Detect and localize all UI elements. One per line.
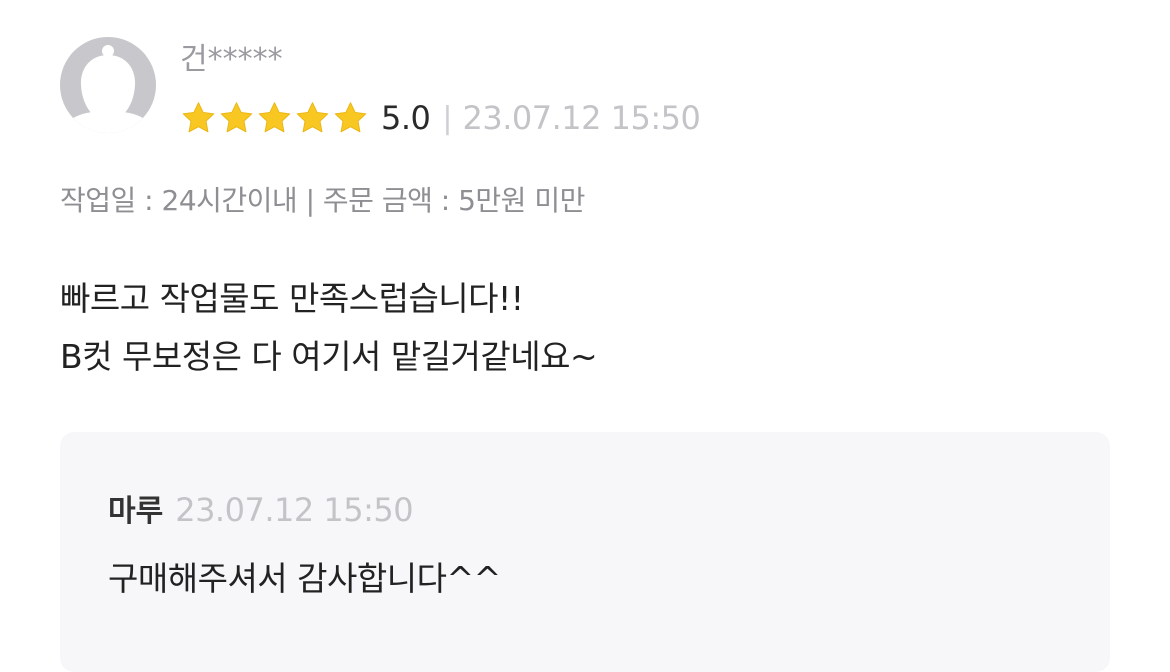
review-text: 빠르고 작업물도 만족스럽습니다!! B컷 무보정은 다 여기서 맡길거같네요~ <box>60 270 598 386</box>
star-icon <box>182 102 215 133</box>
order-meta: 작업일 : 24시간이내 | 주문 금액 : 5만원 미만 <box>60 184 585 217</box>
rating-score: 5.0 <box>381 99 431 137</box>
reply-header: 마루 23.07.12 15:50 <box>108 486 414 530</box>
review-text-line: 빠르고 작업물도 만족스럽습니다!! <box>60 279 524 318</box>
review-item: 건***** 5.0 | 23.07.12 15:50 작업일 : 24시간이내… <box>0 0 1170 672</box>
avatar <box>60 37 156 133</box>
star-icon <box>220 102 253 133</box>
review-date: 23.07.12 15:50 <box>462 99 701 137</box>
reply-date: 23.07.12 15:50 <box>175 491 414 529</box>
star-icon <box>334 102 367 133</box>
star-icon <box>296 102 329 133</box>
reply-text: 구매해주셔서 감사합니다^^ <box>108 559 501 598</box>
rating-row: 5.0 | 23.07.12 15:50 <box>180 96 701 140</box>
star-rating <box>180 100 369 136</box>
reviewer-name: 건***** <box>180 42 283 77</box>
reply-author: 마루 <box>108 494 164 529</box>
seller-reply: 마루 23.07.12 15:50 구매해주셔서 감사합니다^^ <box>60 432 1110 672</box>
separator: | <box>442 100 453 136</box>
review-text-line: B컷 무보정은 다 여기서 맡길거같네요~ <box>60 337 598 376</box>
default-profile-icon <box>60 37 156 133</box>
star-icon <box>258 102 291 133</box>
